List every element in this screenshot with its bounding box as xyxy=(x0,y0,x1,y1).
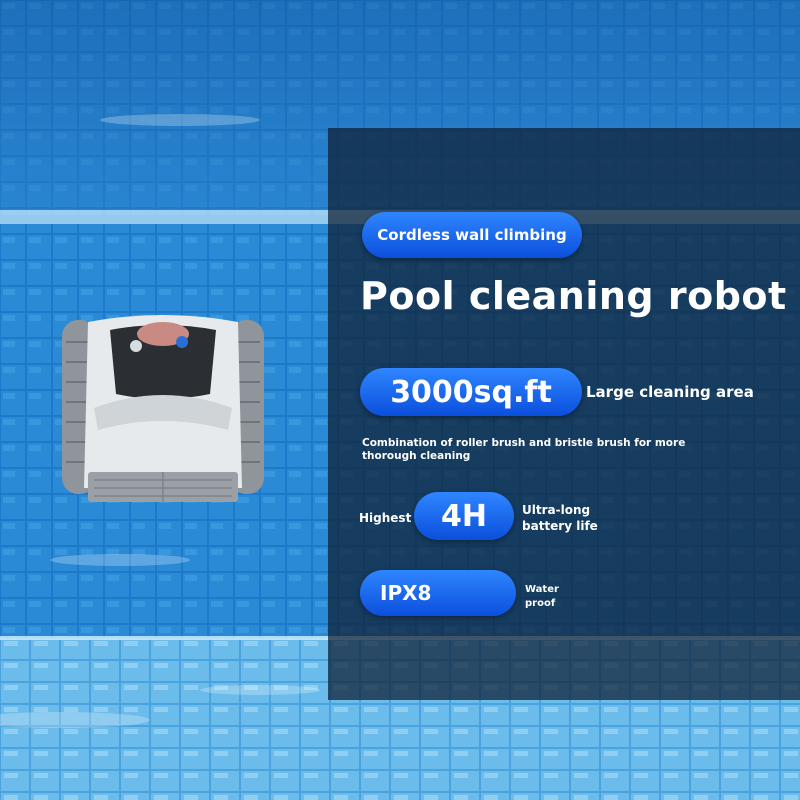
battery-label-line-1: Ultra-long xyxy=(522,503,591,517)
brush-description-line-2: thorough cleaning xyxy=(362,450,471,462)
waterproof-value: IPX8 xyxy=(380,581,432,605)
waterproof-label-line-1: Water xyxy=(525,584,559,595)
waterproof-pill: IPX8 xyxy=(360,570,516,616)
battery-value: 4H xyxy=(441,498,487,534)
area-label: Large cleaning area xyxy=(586,383,754,401)
page-title: Pool cleaning robot xyxy=(360,274,787,318)
battery-prefix: Highest xyxy=(359,511,412,525)
feature-badge-label: Cordless wall climbing xyxy=(377,226,567,244)
battery-pill: 4H xyxy=(414,492,514,540)
feature-badge: Cordless wall climbing xyxy=(362,212,582,258)
waterproof-label-line-2: proof xyxy=(525,598,556,609)
brush-description-line-1: Combination of roller brush and bristle … xyxy=(362,437,686,449)
battery-label-line-2: battery life xyxy=(522,519,598,533)
area-pill: 3000sq.ft xyxy=(360,368,582,416)
pool-robot-image xyxy=(62,315,264,502)
product-banner: Cordless wall climbing Pool cleaning rob… xyxy=(0,0,800,800)
area-value: 3000sq.ft xyxy=(390,374,552,410)
